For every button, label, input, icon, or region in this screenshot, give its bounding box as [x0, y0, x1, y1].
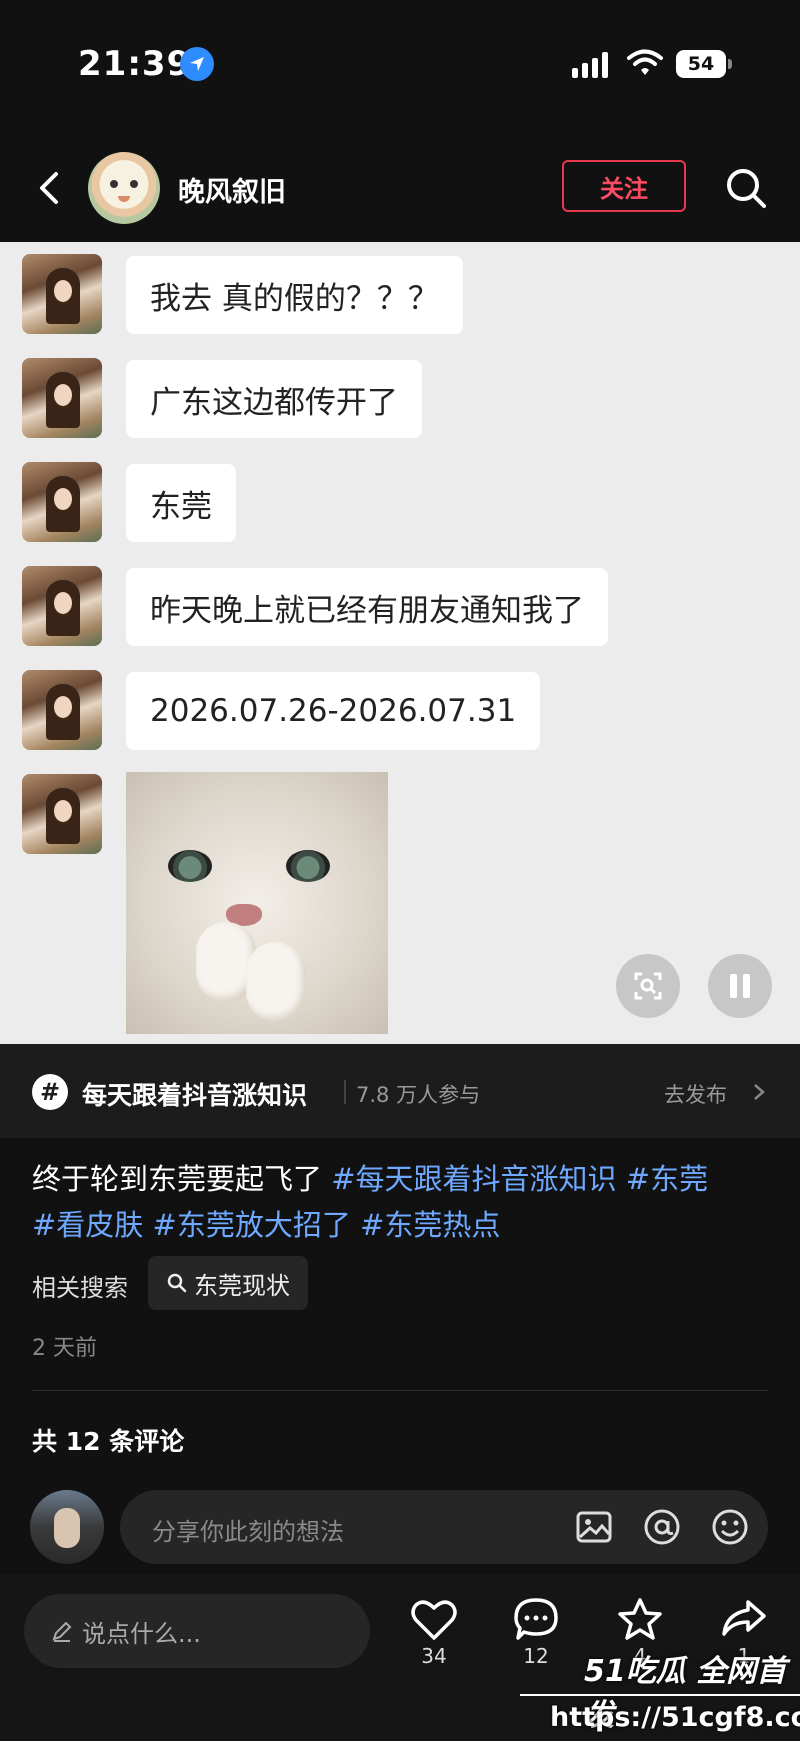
topic-bar[interactable]: # 每天跟着抖音涨知识 7.8 万人参与 去发布	[0, 1044, 800, 1138]
share-arrow-icon	[722, 1600, 766, 1636]
site-watermark: 51吃瓜 全网首发 https://51cgf8.com	[520, 1640, 800, 1741]
hashtag-link[interactable]: #东莞放大招了	[153, 1208, 351, 1242]
chat-bubble: 东莞	[126, 464, 236, 542]
chat-screenshot: 我去 真的假的？？？ 广东这边都传开了 东莞 昨天晚上就已经有朋友通知我了 20…	[0, 242, 800, 1044]
image-search-button[interactable]	[616, 954, 680, 1018]
search-icon[interactable]	[724, 166, 768, 210]
cat-eye	[286, 850, 330, 882]
sender-avatar	[22, 670, 102, 750]
divider	[344, 1080, 346, 1104]
top-nav: 晚风叙旧 关注	[0, 130, 800, 242]
post-time: 2 天前	[32, 1336, 97, 1361]
emoji-icon[interactable]	[710, 1507, 750, 1547]
post-caption: 终于轮到东莞要起飞了 #每天跟着抖音涨知识 #东莞 #看皮肤 #东莞放大招了 #…	[32, 1156, 772, 1248]
related-search-text: 东莞现状	[194, 1271, 290, 1300]
related-search-label: 相关搜索	[32, 1274, 128, 1302]
chat-bubble: 2026.07.26-2026.07.31	[126, 672, 541, 750]
search-icon	[167, 1273, 187, 1293]
watermark-url: https://51cgf8.com	[550, 1702, 800, 1733]
signal-icon	[572, 52, 608, 78]
cat-eye	[168, 850, 212, 882]
sender-avatar	[22, 566, 102, 646]
related-search-chip[interactable]: 东莞现状	[148, 1256, 308, 1310]
my-avatar	[30, 1490, 104, 1564]
star-icon	[618, 1598, 662, 1640]
location-arrow-icon	[180, 47, 214, 81]
chat-bubble: 昨天晚上就已经有朋友通知我了	[126, 568, 608, 646]
sender-avatar	[22, 358, 102, 438]
caption-text: 终于轮到东莞要起飞了	[32, 1162, 323, 1196]
cat-paw	[246, 942, 306, 1022]
image-icon[interactable]	[574, 1507, 614, 1547]
author-name[interactable]: 晚风叙旧	[178, 170, 286, 209]
divider	[32, 1390, 768, 1391]
battery-icon: 54	[676, 50, 732, 78]
hashtag-link[interactable]: #东莞热点	[360, 1208, 500, 1242]
heart-icon	[411, 1600, 457, 1640]
author-avatar[interactable]	[88, 152, 160, 224]
watermark-line	[520, 1694, 800, 1696]
cat-sticker-image	[126, 772, 388, 1034]
pause-button[interactable]	[708, 954, 772, 1018]
topic-publish-link[interactable]: 去发布	[664, 1079, 727, 1109]
like-count: 34	[421, 1644, 447, 1668]
hashtag-icon: #	[32, 1074, 68, 1110]
chat-bubble: 广东这边都传开了	[126, 360, 422, 438]
pencil-icon	[52, 1621, 72, 1642]
wifi-icon	[627, 49, 663, 75]
sender-avatar	[22, 462, 102, 542]
topic-participants: 7.8 万人参与	[356, 1083, 481, 1107]
say-something-input[interactable]: 说点什么...	[24, 1594, 370, 1668]
chat-bubble: 我去 真的假的？？？	[126, 256, 463, 334]
topic-title[interactable]: 每天跟着抖音涨知识	[82, 1076, 307, 1112]
pause-icon	[730, 974, 750, 998]
comment-placeholder: 分享你此刻的想法	[152, 1518, 344, 1546]
comment-input[interactable]: 分享你此刻的想法	[120, 1490, 768, 1564]
like-button[interactable]: 34	[394, 1596, 474, 1668]
comment-count-heading: 共 12 条评论	[32, 1427, 185, 1456]
hashtag-link[interactable]: #每天跟着抖音涨知识	[331, 1162, 616, 1196]
comment-bubble-icon	[514, 1598, 558, 1640]
chevron-right-icon	[754, 1084, 765, 1100]
hashtag-link[interactable]: #东莞	[626, 1162, 708, 1196]
clock: 21:39	[78, 44, 192, 84]
sender-avatar	[22, 774, 102, 854]
sender-avatar	[22, 254, 102, 334]
back-arrow-icon[interactable]	[30, 168, 70, 208]
scan-icon	[634, 972, 662, 1000]
hashtag-link[interactable]: #看皮肤	[32, 1208, 143, 1242]
status-bar: 21:39 54	[0, 0, 800, 130]
at-mention-icon[interactable]	[642, 1507, 682, 1547]
follow-button[interactable]: 关注	[562, 160, 686, 212]
say-placeholder: 说点什么...	[82, 1619, 201, 1648]
